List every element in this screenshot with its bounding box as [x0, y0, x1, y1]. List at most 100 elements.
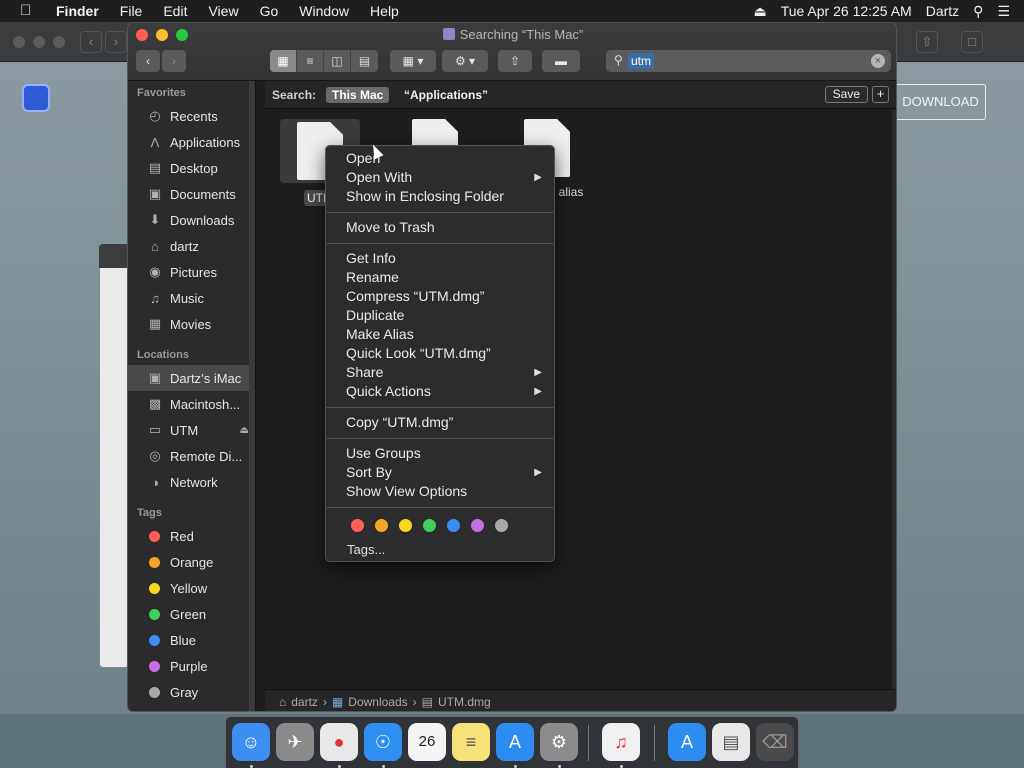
sidebar-item-dartz[interactable]: ⌂ dartz: [128, 233, 255, 259]
menu-item-open-with[interactable]: Open With ▶: [326, 168, 554, 187]
menu-tag-blue[interactable]: [447, 519, 460, 532]
menu-item-tags[interactable]: Tags...: [347, 542, 385, 557]
path-item-downloads[interactable]: Downloads: [348, 695, 407, 709]
tag-button[interactable]: ▬: [542, 50, 580, 72]
menu-item-quick-look[interactable]: Quick Look “UTM.dmg”: [326, 344, 554, 363]
sidebar-item-imac[interactable]: ▣ Dartz’s iMac: [128, 365, 255, 391]
forward-button[interactable]: ›: [162, 50, 186, 72]
forward-chevron-icon: ›: [172, 54, 176, 68]
group-by-button[interactable]: ▦ ▾: [390, 50, 436, 72]
menu-item-share[interactable]: Share ▶: [326, 363, 554, 382]
menu-item-duplicate[interactable]: Duplicate: [326, 306, 554, 325]
sidebar-item-macintosh[interactable]: ▩ Macintosh...: [128, 391, 255, 417]
download-button[interactable]: DOWNLOAD: [895, 84, 986, 120]
gallery-view-icon[interactable]: ▤: [351, 50, 378, 72]
back-button[interactable]: ‹: [136, 50, 160, 72]
menu-item-get-info[interactable]: Get Info: [326, 249, 554, 268]
menu-item-move-to-trash[interactable]: Move to Trash: [326, 218, 554, 237]
menu-edit[interactable]: Edit: [163, 3, 187, 19]
chrome-icon[interactable]: ●: [320, 723, 358, 761]
sidebar-item-network[interactable]: ◑ Network: [128, 469, 255, 495]
save-search-button[interactable]: Save: [824, 86, 868, 103]
sidebar-tag-blue[interactable]: Blue: [128, 627, 255, 653]
dmg-file-icon[interactable]: ▤: [712, 723, 750, 761]
sidebar-item-downloads[interactable]: ⬇ Downloads: [128, 207, 255, 233]
list-view-icon[interactable]: ≡: [297, 50, 324, 72]
search-input[interactable]: utm: [628, 53, 655, 69]
clear-search-icon[interactable]: ×: [871, 54, 885, 68]
menu-item-sort-by[interactable]: Sort By ▶: [326, 463, 554, 482]
share-button[interactable]: ⇧: [498, 50, 532, 72]
menu-item-use-groups[interactable]: Use Groups: [326, 444, 554, 463]
menu-tag-green[interactable]: [423, 519, 436, 532]
path-item-utm-dmg[interactable]: UTM.dmg: [438, 695, 491, 709]
menu-item-quick-actions[interactable]: Quick Actions ▶: [326, 382, 554, 401]
sidebar-tag-green[interactable]: Green: [128, 601, 255, 627]
search-field[interactable]: ⚲ utm ×: [606, 50, 891, 72]
itunes-icon[interactable]: ♫: [602, 723, 640, 761]
menu-tag-orange[interactable]: [375, 519, 388, 532]
scope-this-mac[interactable]: This Mac: [326, 87, 390, 103]
menu-file[interactable]: File: [120, 3, 143, 19]
menu-item-make-alias[interactable]: Make Alias: [326, 325, 554, 344]
sidebar-tag-orange[interactable]: Orange: [128, 549, 255, 575]
menu-go[interactable]: Go: [260, 3, 279, 19]
menu-item-rename[interactable]: Rename: [326, 268, 554, 287]
menu-item-compress[interactable]: Compress “UTM.dmg”: [326, 287, 554, 306]
menu-tag-purple[interactable]: [471, 519, 484, 532]
menubar-clock[interactable]: Tue Apr 26 12:25 AM: [781, 3, 912, 19]
system-preferences-icon[interactable]: ⚙: [540, 723, 578, 761]
eject-icon[interactable]: ⏏: [240, 425, 249, 436]
menu-tag-yellow[interactable]: [399, 519, 412, 532]
sidebar-item-documents[interactable]: ▣ Documents: [128, 181, 255, 207]
menu-item-label: Duplicate: [346, 307, 405, 323]
menu-item-open[interactable]: Open: [326, 149, 554, 168]
menu-tag-gray[interactable]: [495, 519, 508, 532]
notes-icon[interactable]: ≡: [452, 723, 490, 761]
menu-item-copy[interactable]: Copy “UTM.dmg”: [326, 413, 554, 432]
menu-tag-red[interactable]: [351, 519, 364, 532]
safari-icon[interactable]: ☉: [364, 723, 402, 761]
calendar-icon[interactable]: 26: [408, 723, 446, 761]
menu-view[interactable]: View: [208, 3, 238, 19]
sidebar-item-recents[interactable]: ◴ Recents: [128, 103, 255, 129]
sidebar-tag-gray[interactable]: Gray: [128, 679, 255, 705]
app-store-download-icon[interactable]: A: [668, 723, 706, 761]
path-item-dartz[interactable]: dartz: [291, 695, 318, 709]
sidebar-scrollbar[interactable]: [249, 81, 255, 711]
scope-applications[interactable]: “Applications”: [404, 88, 488, 102]
desktop-app-icon[interactable]: [22, 84, 50, 112]
downloads-icon: ⬇: [149, 212, 161, 227]
icon-view-icon[interactable]: ▦: [270, 50, 297, 72]
sidebar-item-movies[interactable]: ▦ Movies: [128, 311, 255, 337]
menu-window[interactable]: Window: [299, 3, 349, 19]
main-scrollbar[interactable]: [892, 109, 896, 689]
spotlight-icon[interactable]: ⚲: [973, 3, 983, 20]
menu-item-show-in-enclosing-folder[interactable]: Show in Enclosing Folder: [326, 187, 554, 206]
apple-menu-icon[interactable]: : [20, 3, 40, 19]
trash-icon[interactable]: ⌫: [756, 723, 794, 761]
sidebar-item-utm[interactable]: ▭ UTM ⏏: [128, 417, 255, 443]
launchpad-icon[interactable]: ✈: [276, 723, 314, 761]
notification-center-icon[interactable]: ☰: [997, 3, 1010, 20]
sidebar-item-label: Dartz’s iMac: [170, 370, 242, 386]
app-store-icon[interactable]: A: [496, 723, 534, 761]
add-criteria-button[interactable]: +: [872, 86, 889, 103]
column-view-icon[interactable]: ◫: [324, 50, 351, 72]
sidebar-tag-yellow[interactable]: Yellow: [128, 575, 255, 601]
menubar-user[interactable]: Dartz: [926, 3, 959, 19]
sidebar-item-remote-disc[interactable]: ◎ Remote Di...: [128, 443, 255, 469]
sidebar-item-pictures[interactable]: ◉ Pictures: [128, 259, 255, 285]
eject-icon[interactable]: ⏏: [753, 3, 766, 20]
sidebar-tag-purple[interactable]: Purple: [128, 653, 255, 679]
sidebar-item-label: Green: [170, 606, 207, 622]
action-button[interactable]: ⚙ ▾: [442, 50, 488, 72]
app-menu[interactable]: Finder: [56, 3, 99, 19]
sidebar-item-applications[interactable]: Λ Applications: [128, 129, 255, 155]
menu-item-show-view-options[interactable]: Show View Options: [326, 482, 554, 501]
sidebar-item-music[interactable]: ♫ Music: [128, 285, 255, 311]
sidebar-tag-red[interactable]: Red: [128, 523, 255, 549]
finder-icon[interactable]: ☺: [232, 723, 270, 761]
sidebar-item-desktop[interactable]: ▤ Desktop: [128, 155, 255, 181]
menu-help[interactable]: Help: [370, 3, 399, 19]
